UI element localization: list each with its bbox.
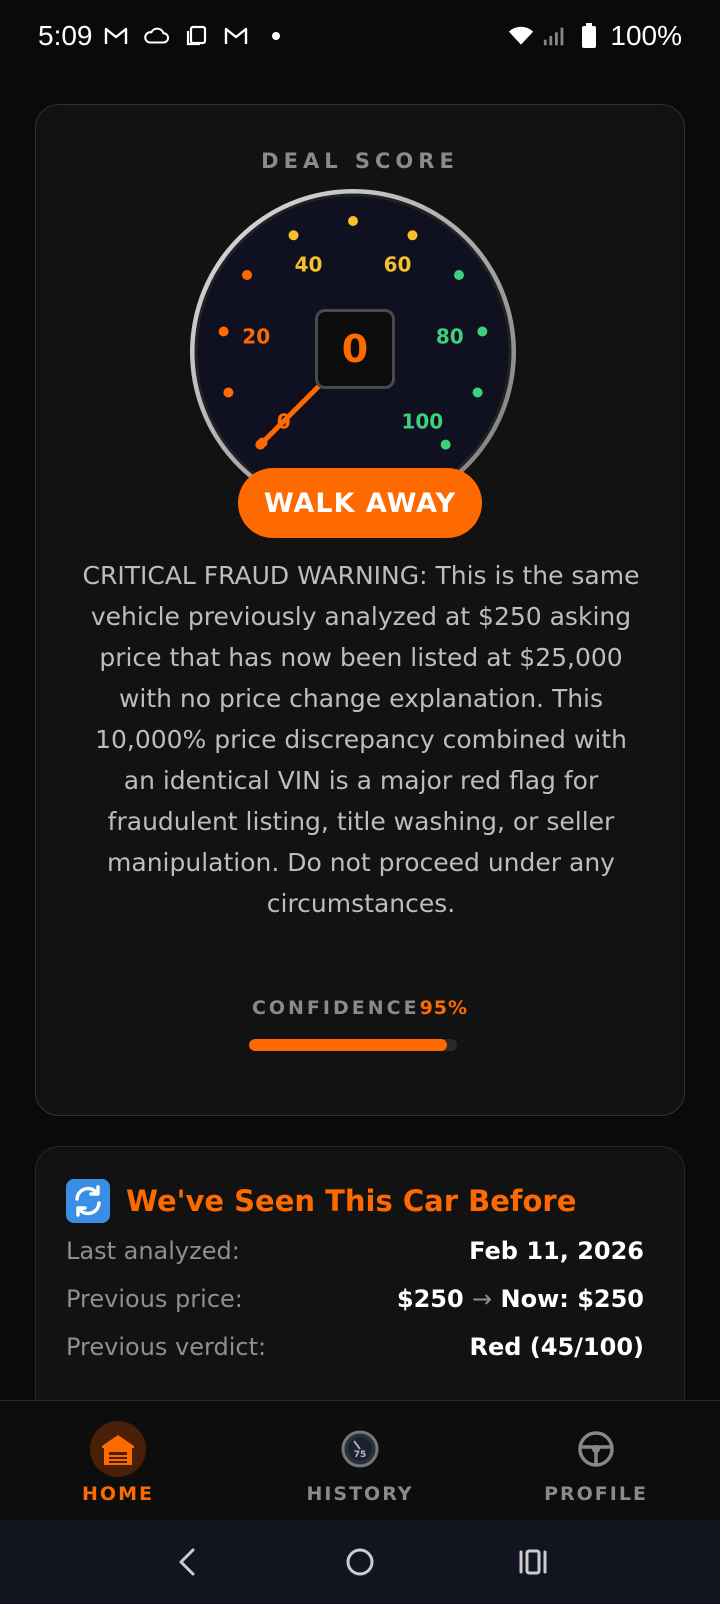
confidence-row: CONFIDENCE 95% xyxy=(36,997,684,1019)
recents-button[interactable] xyxy=(503,1532,563,1592)
gauge-tick-label: 20 xyxy=(242,325,270,349)
gauge-tick-label: 80 xyxy=(436,325,464,349)
nav-history-label: HISTORY xyxy=(306,1483,414,1505)
previous-price-now: Now: $250 xyxy=(500,1285,645,1313)
notification-dot-icon xyxy=(263,23,289,49)
bottom-nav: HOME 75 HISTORY PROFILE xyxy=(0,1400,720,1520)
battery-percent: 100% xyxy=(610,20,682,51)
gauge-tick-dot xyxy=(223,387,234,398)
previous-verdict-label: Previous verdict: xyxy=(66,1333,267,1361)
seen-before-header: We've Seen This Car Before xyxy=(66,1179,576,1223)
previous-verdict-value: Red (45/100) xyxy=(469,1333,645,1361)
back-button[interactable] xyxy=(157,1532,217,1592)
gauge-tick-dot xyxy=(472,387,483,398)
deal-score-card: DEAL SCORE 020406080100 0 WALK AWAY CRIT… xyxy=(35,104,685,1116)
recents-icon xyxy=(519,1549,547,1575)
gauge-tick-dot xyxy=(440,439,451,450)
gmail-icon xyxy=(103,23,129,49)
copy-icon xyxy=(183,23,209,49)
system-nav-bar xyxy=(0,1520,720,1604)
previous-price-value: $250 → Now: $250 xyxy=(397,1285,644,1313)
walk-away-badge: WALK AWAY xyxy=(238,468,482,538)
gauge-tick-dot xyxy=(453,270,464,281)
svg-text:75: 75 xyxy=(354,1450,367,1460)
nav-home-label: HOME xyxy=(82,1483,154,1505)
previous-price-label: Previous price: xyxy=(66,1285,243,1313)
nav-profile-label: PROFILE xyxy=(544,1483,648,1505)
cloud-icon xyxy=(143,23,169,49)
fraud-warning-text: CRITICAL FRAUD WARNING: This is the same… xyxy=(82,561,640,918)
repeat-icon xyxy=(66,1179,110,1223)
last-analyzed-value: Feb 11, 2026 xyxy=(469,1237,644,1265)
price-arrow-icon: → xyxy=(472,1285,493,1313)
confidence-label: CONFIDENCE xyxy=(251,997,420,1019)
gauge-tick-dot xyxy=(218,326,229,337)
gauge-tick-dot xyxy=(288,230,299,241)
wifi-icon xyxy=(508,23,534,49)
confidence-value: 95% xyxy=(419,997,469,1019)
nav-profile[interactable]: PROFILE xyxy=(516,1421,676,1505)
gauge-tick-dot xyxy=(242,270,253,281)
deal-score-gauge: 020406080100 0 xyxy=(188,189,528,515)
home-button[interactable] xyxy=(330,1532,390,1592)
gauge-tick-dot xyxy=(477,326,488,337)
last-analyzed-label: Last analyzed: xyxy=(66,1237,240,1265)
status-bar: 5:09 100% xyxy=(0,0,720,72)
previous-verdict-row: Previous verdict: Red (45/100) xyxy=(66,1333,644,1361)
last-analyzed-row: Last analyzed: Feb 11, 2026 xyxy=(66,1237,644,1265)
gmail-icon xyxy=(223,23,249,49)
battery-icon xyxy=(576,23,602,49)
home-circle-icon xyxy=(346,1548,374,1576)
nav-history[interactable]: 75 HISTORY xyxy=(280,1421,440,1505)
steering-wheel-icon xyxy=(568,1421,624,1477)
confidence-bar-fill xyxy=(249,1039,447,1051)
previous-price-row: Previous price: $250 → Now: $250 xyxy=(66,1285,644,1313)
status-time: 5:09 xyxy=(38,20,93,51)
gauge-tick-dot xyxy=(348,216,358,226)
nav-home[interactable]: HOME xyxy=(38,1421,198,1505)
signal-icon xyxy=(542,23,568,49)
gauge-tick-label: 100 xyxy=(401,409,443,433)
seen-before-title: We've Seen This Car Before xyxy=(126,1184,577,1218)
confidence-bar xyxy=(249,1039,457,1051)
gauge-tick-dot xyxy=(407,230,418,241)
gauge-needle-tip xyxy=(257,437,268,448)
gauge-tick-label: 60 xyxy=(384,253,412,277)
previous-price-before: $250 xyxy=(396,1285,464,1313)
deal-score-title: DEAL SCORE xyxy=(261,149,459,173)
gauge-tick-label: 40 xyxy=(295,253,323,277)
score-value: 0 xyxy=(315,309,395,389)
back-chevron-icon xyxy=(179,1548,195,1576)
garage-icon xyxy=(90,1421,146,1477)
speedometer-icon: 75 xyxy=(332,1421,388,1477)
